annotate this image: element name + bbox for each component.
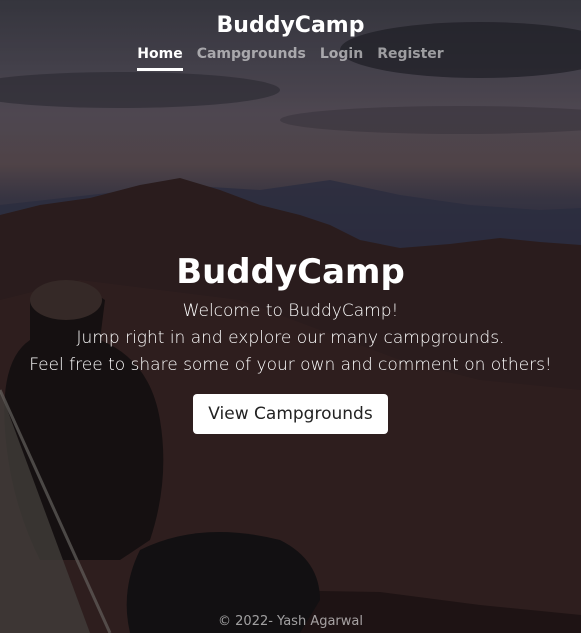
nav-link-home[interactable]: Home: [137, 46, 183, 71]
nav-link-register[interactable]: Register: [377, 46, 444, 71]
hero-explore-text: Jump right in and explore our many campg…: [76, 328, 505, 348]
view-campgrounds-button[interactable]: View Campgrounds: [193, 394, 388, 434]
hero-section: BuddyCamp Welcome to BuddyCamp! Jump rig…: [0, 252, 581, 434]
navbar: BuddyCamp Home Campgrounds Login Registe…: [0, 12, 581, 71]
nav-link-login[interactable]: Login: [320, 46, 363, 71]
hero-welcome-text: Welcome to BuddyCamp!: [182, 301, 399, 321]
brand-title[interactable]: BuddyCamp: [0, 12, 581, 40]
footer-copyright: © 2022- Yash Agarwal: [218, 614, 363, 629]
hero-title: BuddyCamp: [176, 252, 405, 292]
nav-link-campgrounds[interactable]: Campgrounds: [197, 46, 306, 71]
nav-links: Home Campgrounds Login Register: [0, 46, 581, 71]
hero-share-text: Feel free to share some of your own and …: [29, 355, 552, 375]
